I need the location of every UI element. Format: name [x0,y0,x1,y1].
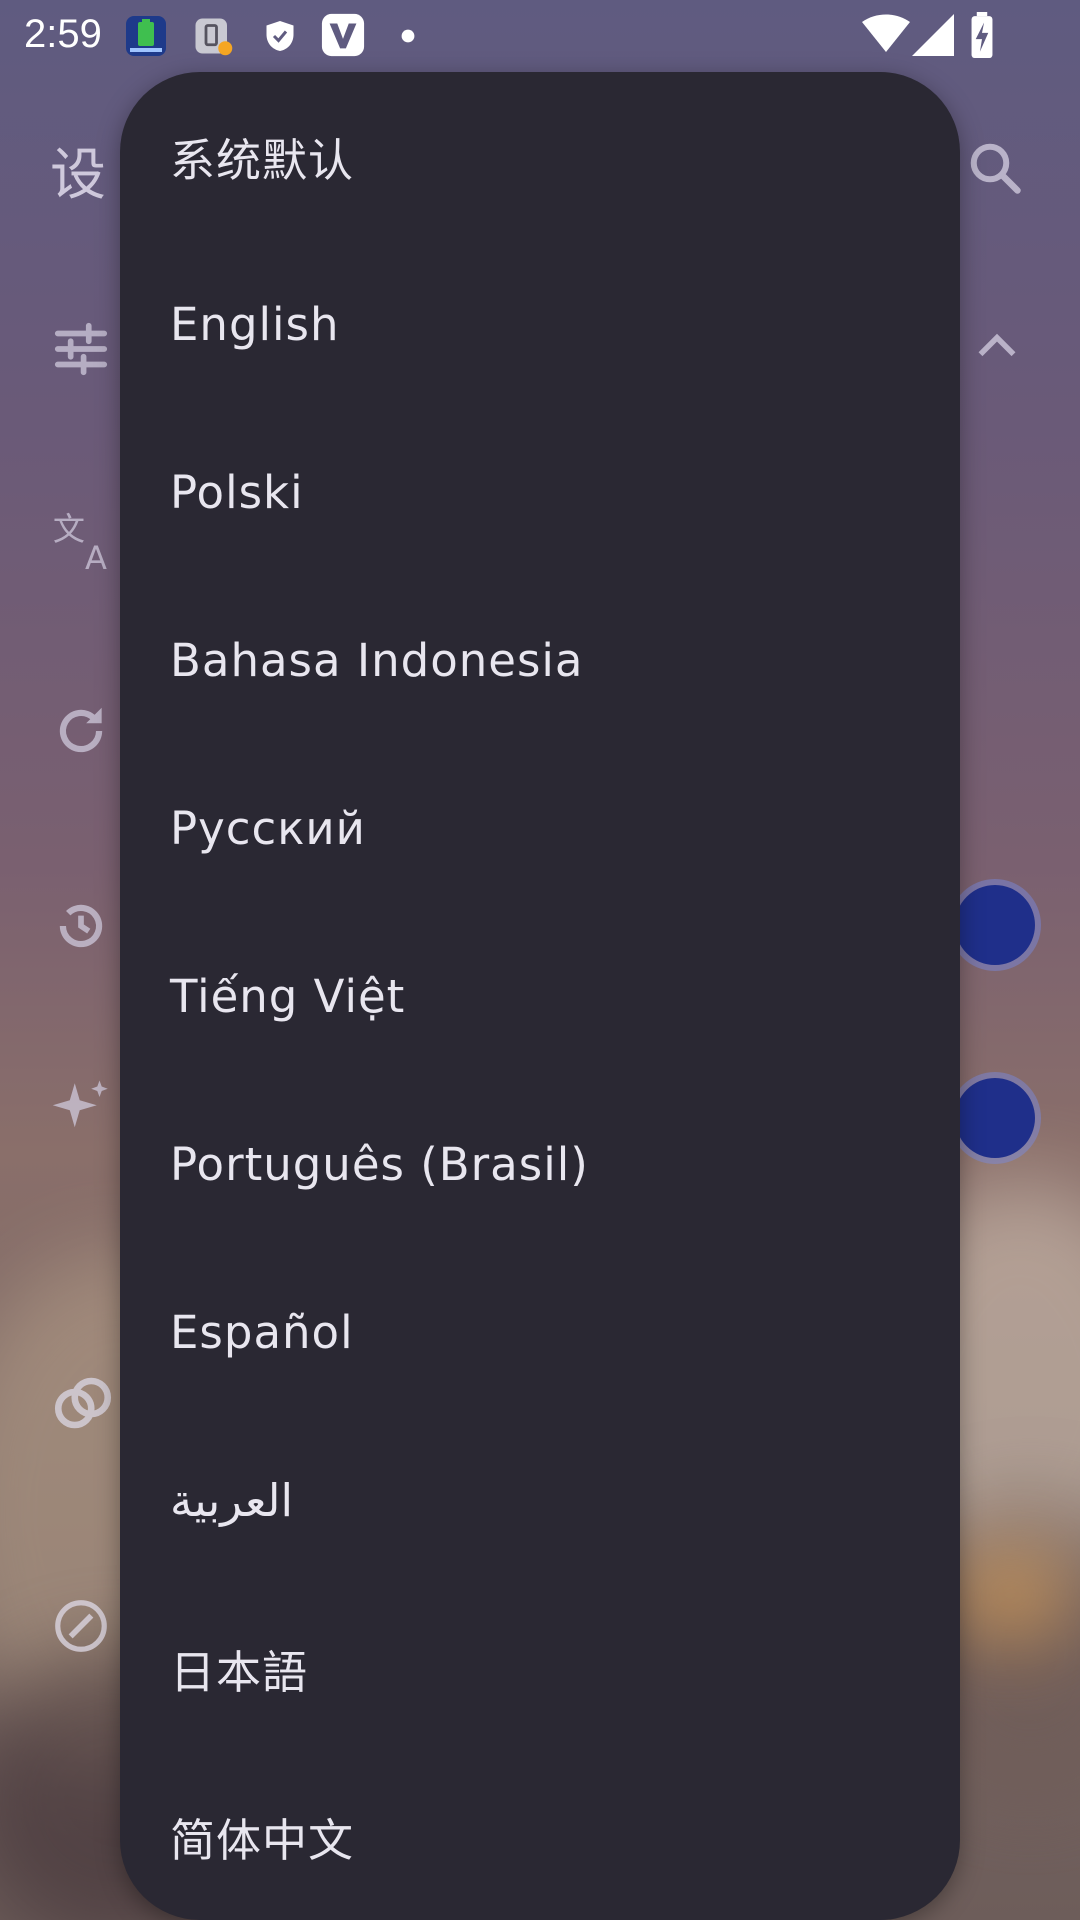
menu-item-vietnamese[interactable]: Tiếng Việt [120,912,960,1080]
link-icon [54,1377,112,1429]
status-bar: 2:59 [0,0,1080,72]
menu-item-portuguese-brazil[interactable]: Português (Brasil) [120,1080,960,1248]
menu-item-arabic[interactable]: العربية [120,1416,960,1584]
vpn-v-icon [321,13,365,57]
chevron-up-icon[interactable] [975,330,1019,360]
tune-icon [54,322,108,376]
menu-item-label: Polski [170,465,304,519]
menu-item-spanish[interactable]: Español [120,1248,960,1416]
menu-item-label: Português (Brasil) [170,1137,589,1191]
menu-item-english[interactable]: English [120,240,960,408]
toggle-switch[interactable] [955,1078,1035,1158]
menu-item-label: Bahasa Indonesia [170,633,584,687]
dot-icon [401,29,415,43]
status-time: 2:59 [24,12,102,56]
translate-icon: 文 A [53,510,107,575]
language-menu: 系统默认 English Polski Bahasa Indonesia Рус… [120,72,960,1920]
cellular-signal-icon [912,14,954,56]
menu-item-label: 日本語 [170,1645,309,1699]
menu-item-label: العربية [170,1473,293,1527]
menu-item-label: 系统默认 [170,133,355,187]
battery-app-icon [126,16,166,56]
menu-item-polski[interactable]: Polski [120,408,960,576]
menu-item-label: Español [170,1305,354,1359]
menu-item-simplified-chinese[interactable]: 简体中文 [120,1752,960,1920]
search-icon[interactable] [965,138,1025,198]
svg-text:A: A [85,539,107,575]
menu-item-bahasa-indonesia[interactable]: Bahasa Indonesia [120,576,960,744]
menu-item-label: English [170,297,340,351]
menu-item-label: 简体中文 [170,1813,355,1867]
menu-item-japanese[interactable]: 日本語 [120,1584,960,1752]
toggle-switch[interactable] [955,885,1035,965]
menu-item-label: Tiếng Việt [170,969,406,1023]
battery-charging-icon [971,12,993,58]
settings-title: 设 [50,143,106,208]
history-icon [59,904,103,948]
screen: 设 文 A 2:59 系统默认 English Polski Bahasa In… [0,0,1080,1920]
sparkle-icon [52,1080,108,1128]
svg-text:文: 文 [53,510,85,548]
menu-item-russian[interactable]: Русский [120,744,960,912]
refresh-icon [59,707,103,753]
battery-alert-icon [195,18,233,56]
edit-icon [55,1600,107,1652]
menu-item-label: Русский [170,801,366,855]
wifi-icon [862,14,910,52]
shield-icon [266,21,294,51]
menu-item-system-default[interactable]: 系统默认 [120,72,960,240]
